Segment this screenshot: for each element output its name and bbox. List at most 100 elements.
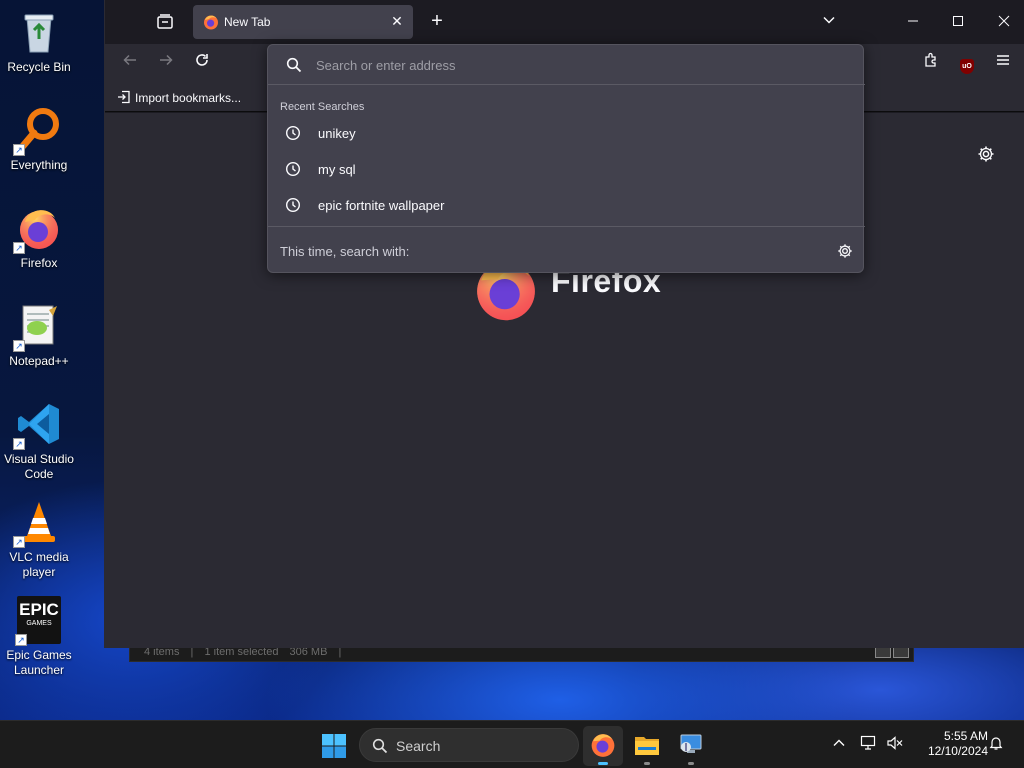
volume-button[interactable] [885,735,905,755]
running-indicator [688,762,694,765]
search-icon [286,57,302,78]
import-bookmarks-button[interactable]: Import bookmarks... [117,90,241,105]
desktop-icon-firefox[interactable]: ↗ Firefox [0,204,78,271]
tab-new-tab[interactable]: New Tab ✕ [193,5,413,39]
chevron-down-icon [823,16,835,24]
gear-icon [838,244,852,258]
taskbar-search-label: Search [396,738,441,754]
desktop-icon-label: Firefox [20,256,58,270]
tab-bar: New Tab ✕ + [105,0,1024,44]
firefox-view-icon [157,14,173,29]
tab-close-icon[interactable]: ✕ [389,13,405,29]
taskbar-firefox[interactable] [583,726,623,766]
hamburger-menu-icon [997,55,1009,65]
folder-icon [635,737,659,755]
taskbar-remote-app[interactable] [671,726,711,766]
list-all-tabs-button[interactable] [817,10,841,34]
puzzle-piece-icon [925,52,936,67]
search-with-label: This time, search with: [280,244,410,259]
recent-searches-header: Recent Searches [280,101,365,113]
epic-games-logo-icon: EPIC GAMES ↗ [15,596,61,646]
desktop-icon-epic-games[interactable]: EPIC GAMES ↗ Epic Games Launcher [0,596,78,678]
recycle-bin-icon [15,8,63,56]
clock-icon [285,161,301,182]
everything-search-icon: ↗ [13,106,63,156]
recent-search-label: my sql [318,162,356,177]
desktop-icon-label: Notepad++ [9,354,69,368]
desktop-icon-label: VLC media player [9,550,69,579]
taskbar-file-explorer[interactable] [627,726,667,766]
recent-search-label: unikey [318,126,356,141]
taskbar-clock[interactable]: 5:55 AM 12/10/2024 [912,729,988,759]
running-indicator [598,762,608,765]
taskbar-search-box[interactable]: Search [359,728,579,762]
address-bar [268,45,865,85]
desktop-icon-label: Everything [10,158,68,172]
arrow-left-icon [123,54,136,66]
network-monitor-icon [860,735,876,750]
show-hidden-icons-button[interactable] [829,735,849,755]
close-window-button[interactable] [992,10,1016,34]
firefox-logo-icon [591,734,615,757]
desktop-icon-vlc[interactable]: ↗ VLC media player [0,498,78,580]
shortcut-arrow-icon: ↗ [13,340,25,352]
clock-date: 12/10/2024 [927,744,988,758]
running-indicator [644,762,650,765]
notifications-button[interactable] [986,735,1006,755]
address-input[interactable] [316,54,846,76]
desktop-icon-recycle-bin[interactable]: Recycle Bin [0,8,78,75]
forward-button[interactable] [154,52,178,76]
clock-icon [285,197,301,218]
reload-button[interactable] [190,52,214,76]
desktop-icon-label: Visual Studio Code [4,452,74,481]
speaker-muted-icon [887,736,903,750]
shortcut-arrow-icon: ↗ [13,438,25,450]
remote-desktop-icon [680,734,702,753]
address-bar-popup: Recent Searches unikey my sql epic fortn… [267,44,865,274]
start-button[interactable] [321,733,347,759]
reload-icon [196,54,208,66]
shortcut-arrow-icon: ↗ [13,144,25,156]
vscode-icon: ↗ [13,400,63,450]
recent-search-item[interactable]: unikey [274,117,859,149]
app-menu-button[interactable] [991,52,1015,76]
recent-search-item[interactable]: my sql [274,153,859,185]
gear-icon [978,146,994,162]
desktop-icon-label: Epic Games Launcher [6,648,72,677]
recent-search-label: epic fortnite wallpaper [318,198,445,213]
desktop-icon-vscode[interactable]: ↗ Visual Studio Code [0,400,78,482]
chevron-up-icon [833,739,845,746]
shortcut-arrow-icon: ↗ [13,536,25,548]
tab-title: New Tab [224,15,271,29]
windows-logo-icon [322,734,346,758]
search-engine-footer: This time, search with: [268,226,865,274]
vlc-cone-icon: ↗ [13,498,63,548]
minimize-icon [908,20,918,22]
arrow-right-icon [160,54,173,66]
search-settings-button[interactable] [837,243,853,264]
desktop-icon-everything[interactable]: ↗ Everything [0,106,78,173]
recent-search-item[interactable]: epic fortnite wallpaper [274,189,859,221]
shortcut-arrow-icon: ↗ [15,634,27,646]
clock-icon [285,125,301,146]
close-icon [998,15,1010,27]
bell-icon [989,737,1003,750]
minimize-button[interactable] [901,10,925,34]
search-icon [372,738,388,759]
maximize-button[interactable] [946,10,970,34]
desktop-icon-label: Recycle Bin [7,60,71,74]
back-button[interactable] [118,52,142,76]
taskbar: Search 5:55 AM 12/10/2024 [0,720,1024,768]
desktop-icon-notepadpp[interactable]: ↗ Notepad++ [0,302,78,369]
personalize-new-tab-button[interactable] [977,145,995,168]
extensions-button[interactable] [919,52,943,76]
network-button[interactable] [859,735,879,755]
notepadpp-icon: ↗ [13,302,63,352]
ublock-origin-button[interactable]: uO [955,52,979,76]
new-tab-button[interactable]: + [425,10,449,34]
maximize-icon [953,16,963,26]
firefox-view-button[interactable] [155,12,175,32]
shortcut-arrow-icon: ↗ [13,242,25,254]
import-icon [118,90,130,104]
firefox-logo-icon: ↗ [13,204,63,254]
